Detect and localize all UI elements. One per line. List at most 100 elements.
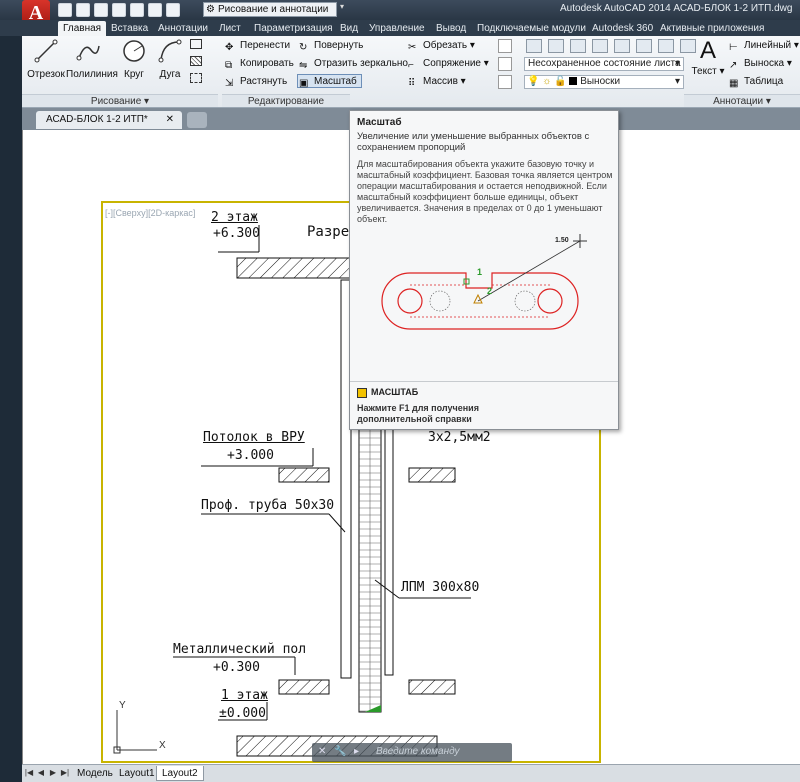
copy-tool[interactable]: ⧉ Копировать [224, 57, 294, 71]
line-tool[interactable]: Отрезок [24, 38, 68, 80]
document-tab[interactable]: АСАD-БЛОК 1-2 ИТП* ✕ [36, 111, 182, 129]
array-tool[interactable]: ⠿ Массив ▾ [407, 75, 466, 89]
new-tab-button[interactable] [187, 112, 207, 128]
tab-insert[interactable]: Вставка [106, 21, 153, 36]
tooltip-help: Нажмите F1 для получения дополнительной … [357, 403, 479, 424]
layer-match-icon[interactable] [636, 39, 652, 53]
customize-icon[interactable]: 🔧 [334, 746, 346, 757]
layer-off-icon[interactable] [614, 39, 630, 53]
last-layout-icon[interactable]: ▶| [60, 767, 70, 779]
tab-parametric[interactable]: Параметризация [249, 21, 338, 36]
trim-tool[interactable]: ✂ Обрезать ▾ [407, 39, 475, 53]
window-title: Autodesk AutoCAD 2014 АСАD-БЛОК 1-2 ИТП.… [560, 3, 793, 14]
tab-annotate[interactable]: Аннотации [153, 21, 213, 36]
draw-extra-tools [190, 39, 214, 83]
trim-icon: ✂ [408, 42, 417, 53]
close-command-icon[interactable]: ✕ [318, 746, 326, 757]
fillet-tool[interactable]: ⌐ Сопряжение ▾ [407, 57, 489, 71]
layer-state-icon[interactable] [548, 39, 564, 53]
tab-plugins[interactable]: Подключаемые модули [472, 21, 591, 36]
tooltip-separator [350, 381, 618, 382]
layer-combo[interactable]: 💡 ☼ 🔓 Выноски ▾ [524, 75, 684, 89]
tab-autodesk360[interactable]: Autodesk 360 [587, 21, 658, 36]
tab-view[interactable]: Вид [335, 21, 363, 36]
new-file-icon[interactable] [58, 3, 72, 17]
prev-layout-icon[interactable]: ◀ [36, 767, 46, 779]
title-bar: A ⚙ Рисование и аннотации ▾ Autodesk Aut… [0, 0, 800, 28]
label-floor1: 1 этаж [221, 688, 268, 703]
first-layout-icon[interactable]: |◀ [24, 767, 34, 779]
recent-commands-icon[interactable]: ▸ [354, 746, 359, 757]
tooltip-body: Для масштабирования объекта укажите базо… [357, 159, 613, 224]
scale-illustration [381, 234, 587, 330]
scale-icon: ▣ [299, 78, 309, 89]
layer-properties-icon[interactable] [526, 39, 542, 53]
copy-icon: ⧉ [225, 60, 233, 71]
offset-icon[interactable] [498, 75, 512, 89]
tab-layout1[interactable]: Layout1 [114, 766, 160, 781]
text-tool[interactable]: A Текст ▾ [686, 38, 730, 78]
slab-top [236, 257, 358, 279]
hatch-icon[interactable] [190, 56, 202, 66]
gradient-icon[interactable] [190, 73, 202, 83]
tab-output[interactable]: Вывод [431, 21, 471, 36]
move-tool[interactable]: ✥ Перенести [224, 39, 290, 53]
scale-tool[interactable]: ▣ Масштаб [297, 74, 362, 89]
figure-point2-label: 2 [487, 286, 493, 296]
layer-freeze-icon[interactable] [592, 39, 608, 53]
layer-icons-row [526, 39, 696, 53]
line-icon [34, 39, 58, 63]
layer-isolate-icon[interactable] [570, 39, 586, 53]
tab-layout[interactable]: Лист [214, 21, 246, 36]
rotate-tool[interactable]: ↻ Повернуть [298, 39, 363, 53]
workspace-label: Рисование и аннотации [218, 4, 329, 15]
rectangle-icon[interactable] [190, 39, 202, 49]
lock-icon: 🔓 [554, 76, 567, 87]
slab-ceiling-right [408, 467, 456, 483]
document-tab-label: АСАD-БЛОК 1-2 ИТП* [46, 114, 148, 125]
tab-layout2[interactable]: Layout2 [156, 766, 204, 781]
slab-metal-floor-right [408, 679, 456, 695]
draw-panel-title[interactable]: Рисование ▾ [22, 94, 218, 107]
polyline-tool[interactable]: Полилиния [66, 38, 118, 80]
open-file-icon[interactable] [76, 3, 90, 17]
label-floor2: 2 этаж [211, 210, 258, 225]
edit-icons-column [498, 39, 512, 89]
arc-tool-label: Дуга [159, 69, 181, 80]
undo-icon[interactable] [148, 3, 162, 17]
tab-model[interactable]: Модель [72, 766, 118, 781]
figure-point1-label: 1 [477, 267, 483, 277]
redo-icon[interactable] [166, 3, 180, 17]
arc-tool[interactable]: Дуга [148, 38, 192, 80]
save-icon[interactable] [94, 3, 108, 17]
plot-icon[interactable] [130, 3, 144, 17]
save-as-icon[interactable] [112, 3, 126, 17]
qat-dropdown-icon[interactable]: ▾ [340, 2, 350, 17]
tooltip-command: МАСШТАБ [357, 387, 418, 398]
table-icon: ▦ [729, 78, 739, 89]
erase-icon[interactable] [498, 39, 512, 53]
modify-panel-title[interactable]: Редактирование [222, 94, 350, 107]
tab-featured-apps[interactable]: Активные приложения [655, 21, 769, 36]
stretch-tool[interactable]: ⇲ Растянуть [224, 75, 287, 89]
scale-command-icon [357, 388, 367, 398]
explode-icon[interactable] [498, 57, 512, 71]
layer-state-combo[interactable]: Несохраненное состояние листа ▾ [524, 57, 684, 71]
close-icon[interactable]: ✕ [166, 111, 174, 129]
workspace-dropdown[interactable]: ⚙ Рисование и аннотации [203, 2, 337, 17]
table-tool[interactable]: ▦ Таблица [728, 75, 783, 89]
annotation-panel-title[interactable]: Аннотации ▾ [684, 94, 800, 107]
label-pipe: Проф. труба 50х30 [201, 498, 335, 513]
mirror-tool[interactable]: ⇋ Отразить зеркально [298, 57, 408, 71]
layer-unisolate-icon[interactable] [658, 39, 674, 53]
leader-tool[interactable]: ↗ Выноска ▾ [728, 57, 792, 71]
tab-manage[interactable]: Управление [364, 21, 430, 36]
move-icon: ✥ [225, 42, 234, 53]
viewport-label[interactable]: [-][Сверху][2D-каркас] [105, 208, 195, 218]
next-layout-icon[interactable]: ▶ [48, 767, 58, 779]
array-icon: ⠿ [408, 78, 416, 89]
circle-icon [123, 40, 145, 62]
linear-dim-tool[interactable]: ⊢ Линейный ▾ [728, 39, 799, 53]
tab-home[interactable]: Главная [58, 21, 107, 36]
command-input[interactable]: Введите команду [376, 746, 460, 757]
